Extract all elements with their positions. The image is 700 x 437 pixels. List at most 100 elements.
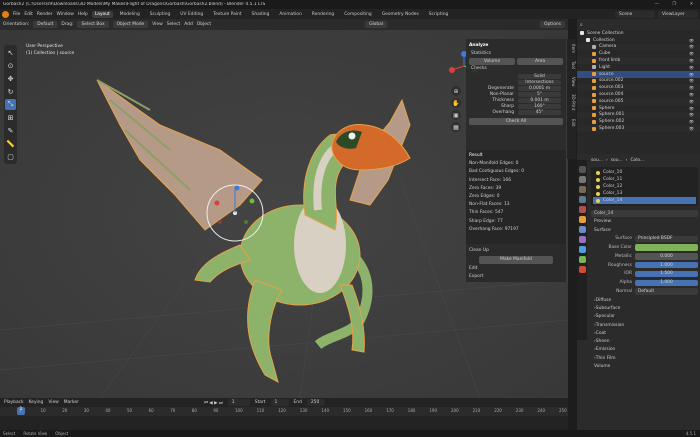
- camera-view-icon[interactable]: ▣: [451, 110, 461, 120]
- workspace-tab-scripting[interactable]: Scripting: [426, 11, 452, 18]
- output-props-icon[interactable]: [578, 186, 586, 193]
- result-item[interactable]: Zero Edges: 0: [469, 193, 563, 201]
- rotate-tool-icon[interactable]: ↻: [5, 86, 16, 97]
- data-props-icon[interactable]: [578, 256, 586, 263]
- material-slot[interactable]: Color_13: [593, 190, 696, 197]
- render-props-icon[interactable]: [578, 176, 586, 183]
- playback-controls[interactable]: ⏮ ◀ ▶ ⏭: [204, 400, 223, 406]
- visibility-eye-icon[interactable]: 👁: [689, 44, 694, 49]
- result-item[interactable]: Intersect Face: 166: [469, 177, 563, 185]
- mode-dropdown[interactable]: Object Mode: [112, 21, 149, 28]
- frame-ruler[interactable]: 1 1 10 20 30 40 50 60 70 80 90 100 110 120 130 140 150 1…: [0, 407, 568, 416]
- analyze-header[interactable]: Analyze: [469, 41, 563, 50]
- outliner-item[interactable]: Cube 👁: [577, 50, 700, 57]
- result-item[interactable]: Thin Faces: 547: [469, 209, 563, 217]
- physics-props-icon[interactable]: [578, 246, 586, 253]
- options-dropdown[interactable]: Options: [540, 21, 565, 28]
- world-props-icon[interactable]: [578, 206, 586, 213]
- visibility-eye-icon[interactable]: 👁: [689, 58, 694, 63]
- material-name-field[interactable]: Color_14: [591, 210, 698, 217]
- property-value[interactable]: 1.000: [635, 261, 698, 269]
- menu-render[interactable]: Render: [37, 12, 53, 17]
- result-item[interactable]: Non-Flat Faces: 13: [469, 201, 563, 209]
- solid-button[interactable]: Solid: [518, 74, 561, 79]
- outliner-item[interactable]: Sphere.003 👁: [577, 125, 700, 132]
- cursor-tool-icon[interactable]: ⊙: [5, 60, 16, 71]
- outliner-item[interactable]: Sphere 👁: [577, 105, 700, 112]
- viewport-menu-add[interactable]: Add: [184, 22, 193, 27]
- result-item[interactable]: Sharp Edge: 77: [469, 218, 563, 226]
- volume-section[interactable]: Volume: [591, 362, 698, 370]
- timeline-menu-view[interactable]: View: [48, 400, 58, 405]
- tab-view[interactable]: View: [567, 77, 576, 87]
- transform-orientation-dropdown[interactable]: Global: [365, 21, 388, 28]
- transform-tool-icon[interactable]: ⊞: [5, 112, 16, 123]
- result-item[interactable]: Bad Contiguous Edges: 0: [469, 168, 563, 176]
- measure-tool-icon[interactable]: 📏: [5, 138, 16, 149]
- particles-props-icon[interactable]: [578, 236, 586, 243]
- scene-selector[interactable]: Scene: [615, 10, 655, 18]
- workspace-tab-uv-editing[interactable]: UV Editing: [177, 11, 206, 18]
- material-slot[interactable]: Color_12: [593, 183, 696, 190]
- outliner-item[interactable]: source.003 👁: [577, 84, 700, 92]
- outliner-item[interactable]: source.004 👁: [577, 91, 700, 98]
- subpanel-header[interactable]: › Transmission: [591, 321, 698, 329]
- workspace-tab-compositing[interactable]: Compositing: [341, 11, 375, 18]
- workspace-tab-geometry-nodes[interactable]: Geometry Nodes: [379, 11, 422, 18]
- outliner-search-input[interactable]: [585, 23, 697, 26]
- material-slot[interactable]: Color_14: [593, 197, 696, 204]
- subpanel-header[interactable]: › Diffuse: [591, 296, 698, 304]
- visibility-eye-icon[interactable]: 👁: [689, 85, 694, 90]
- end-frame-field[interactable]: 250: [306, 399, 325, 406]
- tab-item[interactable]: Item: [567, 44, 576, 53]
- visibility-eye-icon[interactable]: 👁: [689, 65, 694, 70]
- workspace-tab-rendering[interactable]: Rendering: [309, 11, 337, 18]
- result-item[interactable]: Non-Manifold Edges: 0: [469, 160, 563, 168]
- viewport-menu-select[interactable]: Select: [167, 22, 181, 27]
- overhang-field[interactable]: 45°: [518, 110, 561, 115]
- visibility-eye-icon[interactable]: 👁: [689, 78, 694, 83]
- drag-dropdown[interactable]: Select Box: [77, 21, 109, 28]
- workspace-tab-modeling[interactable]: Modeling: [117, 11, 143, 18]
- current-frame-field[interactable]: 1: [227, 399, 250, 406]
- menu-file[interactable]: File: [13, 12, 20, 17]
- menu-window[interactable]: Window: [57, 12, 74, 17]
- menu-edit[interactable]: Edit: [24, 12, 33, 17]
- non-planar-field[interactable]: 5°: [518, 92, 561, 97]
- timeline-menu-playback[interactable]: Playback: [4, 400, 24, 405]
- sharp-field[interactable]: 160°: [518, 104, 561, 109]
- viewport-menu-object[interactable]: Object: [197, 22, 211, 27]
- orientation-dropdown[interactable]: Default: [33, 21, 58, 28]
- breadcrumb-item[interactable]: Colo...: [630, 158, 644, 163]
- surface-section[interactable]: Surface: [591, 226, 698, 234]
- property-value[interactable]: [635, 244, 698, 251]
- outliner-item[interactable]: Camera 👁: [577, 43, 700, 51]
- visibility-eye-icon[interactable]: 👁: [689, 92, 694, 97]
- result-item[interactable]: Overhang Face: 97197: [469, 226, 563, 234]
- blender-logo-icon[interactable]: [2, 10, 9, 18]
- subpanel-header[interactable]: › Specular: [591, 313, 698, 321]
- outliner-item[interactable]: Light 👁: [577, 64, 700, 71]
- result-item[interactable]: Zero Faces: 39: [469, 185, 563, 193]
- material-slot[interactable]: Color_11: [593, 176, 696, 183]
- object-props-icon[interactable]: [578, 216, 586, 223]
- add-cube-tool-icon[interactable]: ▢: [5, 151, 16, 162]
- visibility-eye-icon[interactable]: 👁: [689, 106, 694, 111]
- workspace-tab-animation[interactable]: Animation: [276, 11, 304, 18]
- start-frame-field[interactable]: 1: [270, 399, 289, 406]
- outliner-item[interactable]: front limb 👁: [577, 57, 700, 64]
- outliner-item[interactable]: source.002 👁: [577, 78, 700, 85]
- visibility-eye-icon[interactable]: 👁: [689, 126, 694, 131]
- tab-3d-print[interactable]: 3D-Print: [567, 94, 576, 110]
- material-slot[interactable]: Color_10: [593, 169, 696, 176]
- workspace-tab-layout[interactable]: Layout: [91, 10, 113, 18]
- scene-props-icon[interactable]: [578, 196, 586, 203]
- timeline-menu-keying[interactable]: Keying: [29, 400, 44, 405]
- outliner-item[interactable]: source.005 👁: [577, 97, 700, 105]
- property-value[interactable]: 1.500: [635, 270, 698, 278]
- tab-edit[interactable]: Edit: [567, 119, 576, 127]
- degenerate-field[interactable]: 0.0001 m: [518, 86, 561, 91]
- timeline-menu-marker[interactable]: Marker: [64, 400, 79, 405]
- subpanel-header[interactable]: › Sheen: [591, 337, 698, 345]
- view-layer-selector[interactable]: ViewLayer: [658, 10, 698, 18]
